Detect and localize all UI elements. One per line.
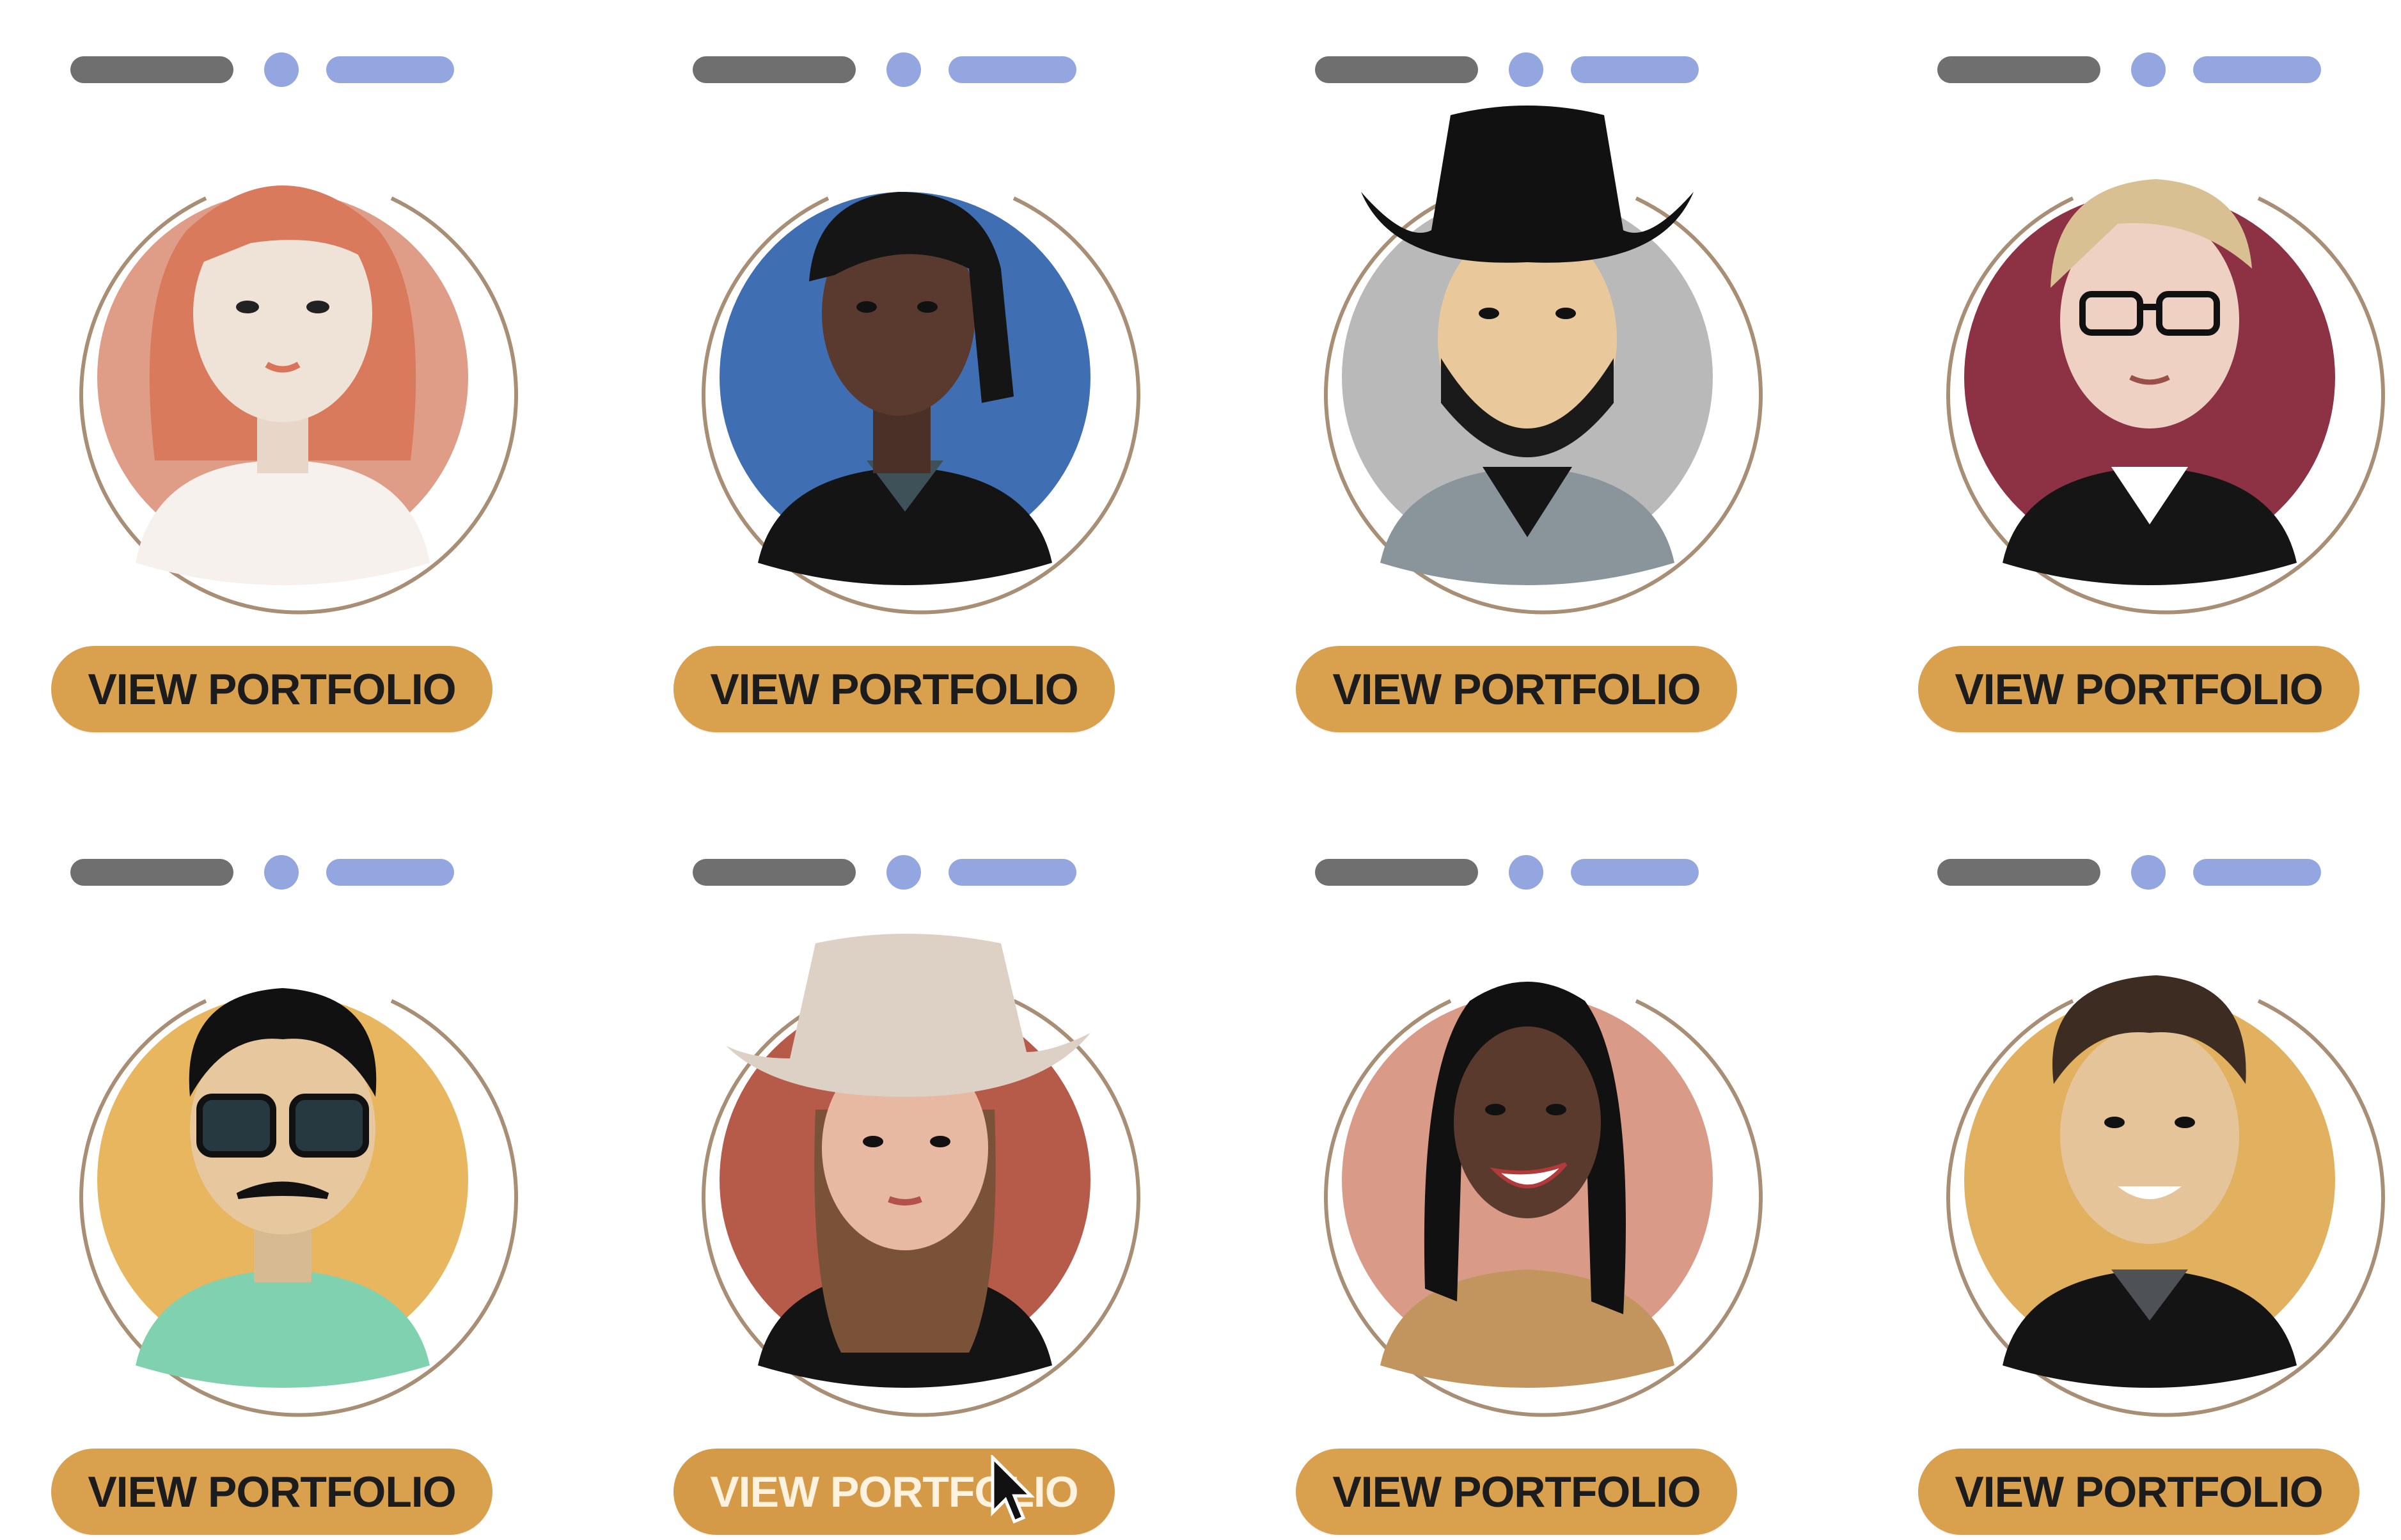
indicator-bar[interactable] [1937, 859, 2100, 886]
portfolio-card: VIEW PORTFOLIO [622, 803, 1140, 1538]
view-portfolio-button[interactable]: VIEW PORTFOLIO [51, 1449, 492, 1535]
indicator-bar-active[interactable] [1571, 859, 1699, 886]
view-portfolio-button[interactable]: VIEW PORTFOLIO [1918, 1449, 2359, 1535]
portfolio-card: VIEW PORTFOLIO [622, 0, 1140, 735]
carousel-indicator [0, 803, 512, 890]
indicator-dot[interactable] [1509, 855, 1543, 890]
indicator-dot[interactable] [2131, 52, 2166, 87]
avatar-sunglasses-man [59, 905, 518, 1417]
indicator-bar-active[interactable] [326, 859, 454, 886]
indicator-bar[interactable] [1315, 56, 1478, 83]
indicator-bar[interactable] [693, 56, 856, 83]
portfolio-card: VIEW PORTFOLIO [0, 803, 518, 1538]
portfolio-card: VIEW PORTFOLIO [1867, 803, 2385, 1538]
avatar-glasses-blonde [1926, 102, 2385, 615]
carousel-indicator [622, 0, 1134, 87]
view-portfolio-button[interactable]: VIEW PORTFOLIO [1918, 646, 2359, 732]
view-portfolio-button[interactable]: VIEW PORTFOLIO [1296, 646, 1737, 732]
mouse-cursor-icon [991, 1455, 1035, 1524]
avatar-smiling-woman [1303, 905, 1763, 1417]
indicator-bar-active[interactable] [949, 56, 1076, 83]
portfolio-grid: VIEW PORTFOLIO VIEW PORTFOLIO VIEW PORTF… [0, 0, 2401, 1540]
indicator-dot[interactable] [1509, 52, 1543, 87]
indicator-dot[interactable] [886, 855, 921, 890]
indicator-dot[interactable] [264, 52, 299, 87]
indicator-dot[interactable] [2131, 855, 2166, 890]
portfolio-card: VIEW PORTFOLIO [1867, 0, 2385, 735]
carousel-indicator [0, 0, 512, 87]
indicator-bar[interactable] [1315, 859, 1478, 886]
indicator-bar[interactable] [693, 859, 856, 886]
portfolio-card: VIEW PORTFOLIO [0, 0, 518, 735]
avatar-smiling-man [1926, 905, 2385, 1417]
indicator-bar[interactable] [1937, 56, 2100, 83]
indicator-bar-active[interactable] [326, 56, 454, 83]
indicator-bar[interactable] [70, 859, 233, 886]
avatar-dreadlocks-man [681, 102, 1140, 615]
carousel-indicator [622, 803, 1134, 890]
carousel-indicator [1867, 0, 2379, 87]
view-portfolio-button[interactable]: VIEW PORTFOLIO [673, 1449, 1115, 1535]
carousel-indicator [1245, 803, 1756, 890]
indicator-bar[interactable] [70, 56, 233, 83]
indicator-bar-active[interactable] [949, 859, 1076, 886]
portfolio-card: VIEW PORTFOLIO [1245, 803, 1763, 1538]
view-portfolio-button[interactable]: VIEW PORTFOLIO [51, 646, 492, 732]
indicator-dot[interactable] [886, 52, 921, 87]
indicator-dot[interactable] [264, 855, 299, 890]
avatar-red-hair-woman [59, 102, 518, 615]
portfolio-card: VIEW PORTFOLIO [1245, 0, 1763, 735]
view-portfolio-button[interactable]: VIEW PORTFOLIO [1296, 1449, 1737, 1535]
indicator-bar-active[interactable] [2193, 56, 2321, 83]
carousel-indicator [1245, 0, 1756, 87]
carousel-indicator [1867, 803, 2379, 890]
indicator-bar-active[interactable] [1571, 56, 1699, 83]
avatar-cowgirl [681, 905, 1140, 1417]
indicator-bar-active[interactable] [2193, 859, 2321, 886]
avatar-cowboy-hat-man [1303, 102, 1763, 615]
view-portfolio-button[interactable]: VIEW PORTFOLIO [673, 646, 1115, 732]
